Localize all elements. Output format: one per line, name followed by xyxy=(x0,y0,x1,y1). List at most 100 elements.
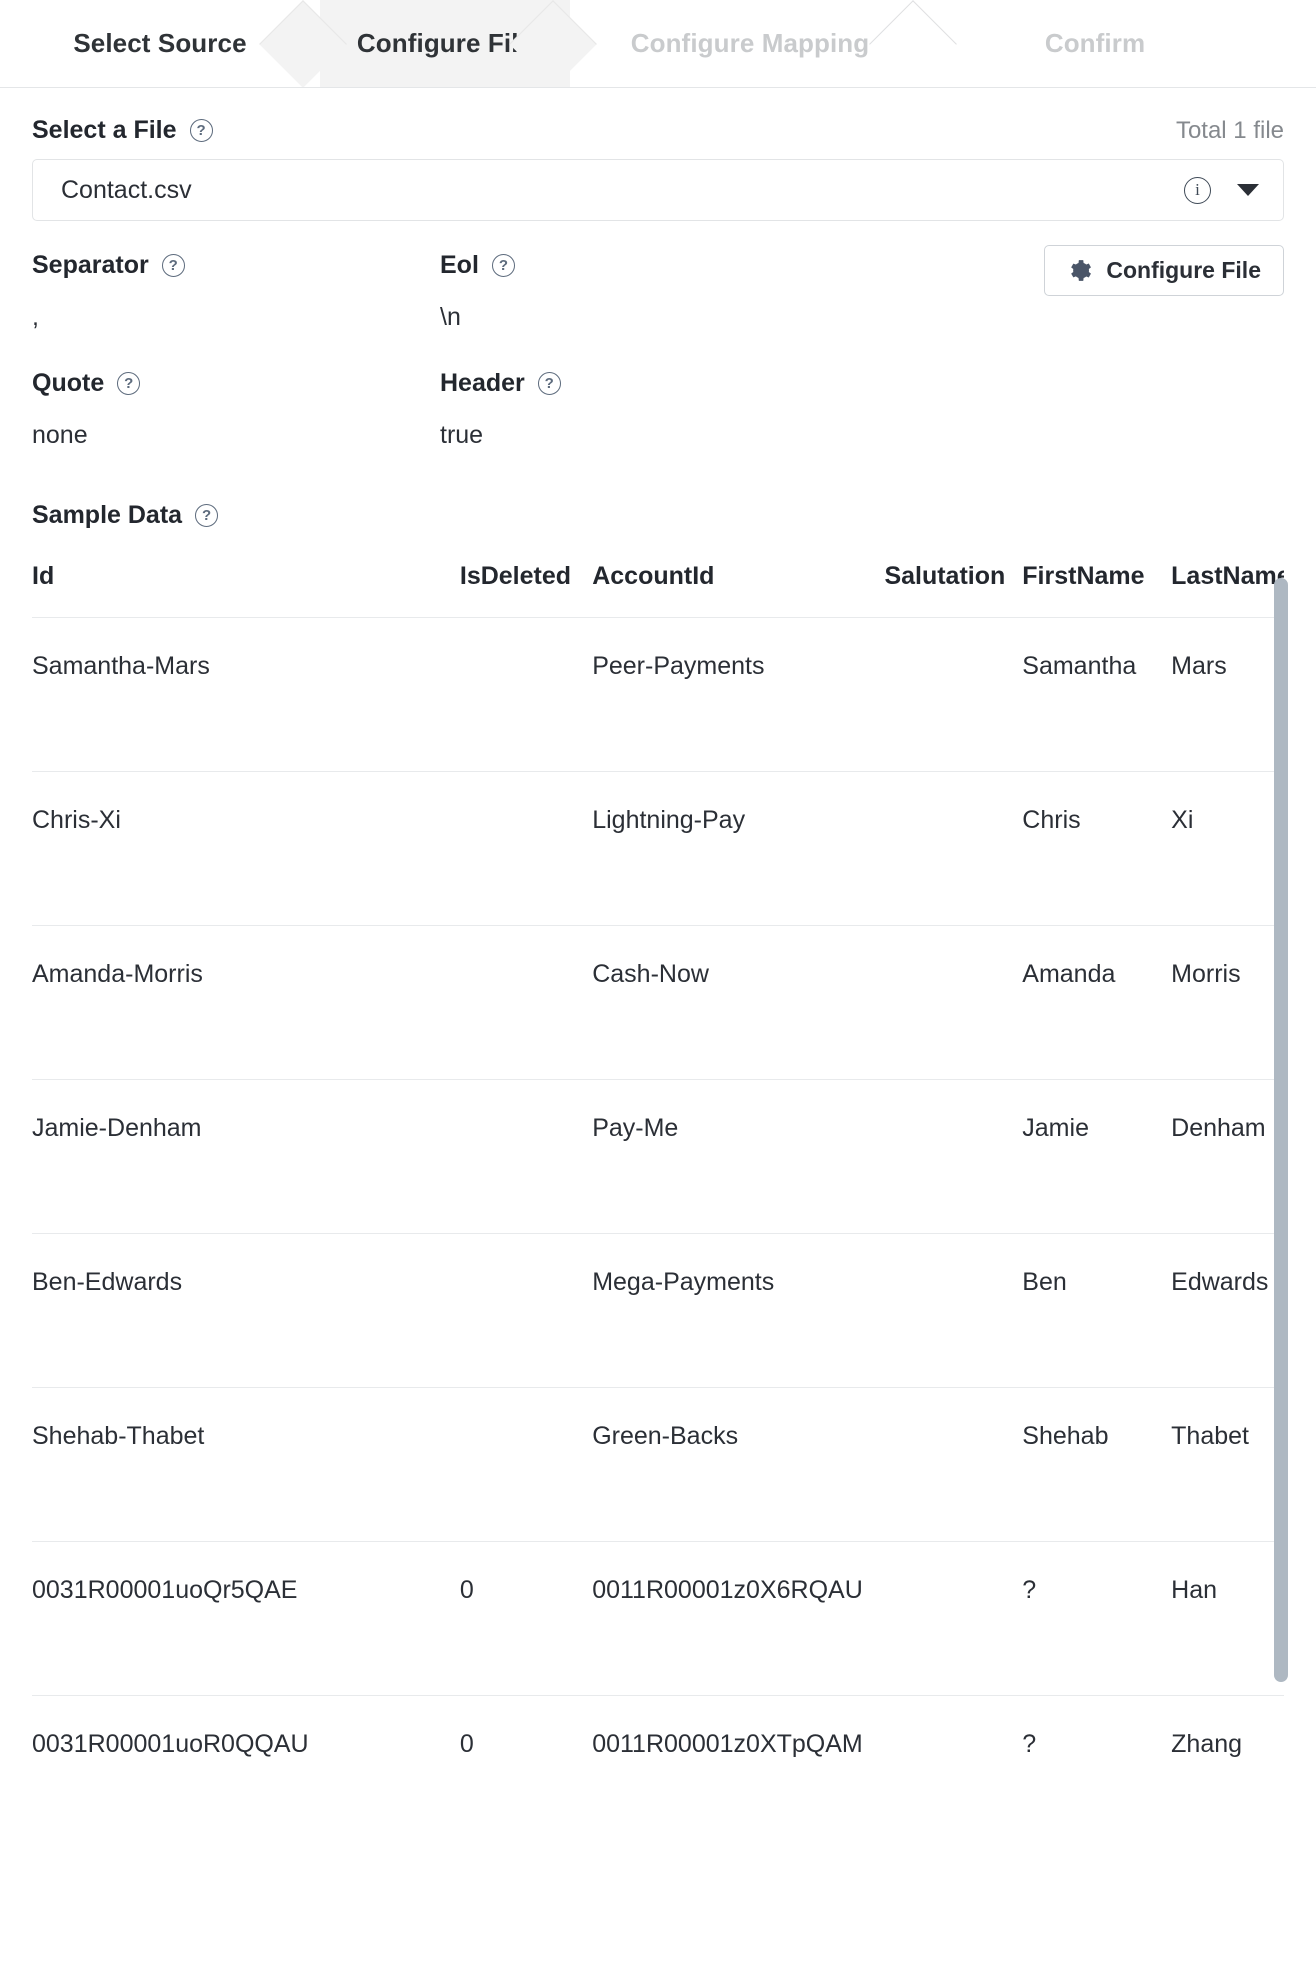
total-files-count: Total 1 file xyxy=(1175,116,1284,144)
header-value: true xyxy=(440,421,484,449)
cell-id: Jamie-Denham xyxy=(32,1079,460,1234)
info-icon[interactable]: i xyxy=(1184,176,1211,204)
cell-id: 0031R00001uoQr5QAE xyxy=(32,1541,460,1696)
cell-isdeleted xyxy=(459,1079,593,1234)
cell-firstname: Amanda xyxy=(1022,925,1172,1080)
file-properties-row-1: Separator ? , Eol ? \n Configure File xyxy=(32,245,1284,333)
separator-value: , xyxy=(32,303,39,331)
wizard-step-configure-mapping[interactable]: Configure Mapping xyxy=(570,0,930,87)
column-header-id[interactable]: Id xyxy=(32,554,460,618)
cell-lastname: Xi xyxy=(1171,771,1284,926)
cell-id: 0031R00001uoR0QQAU xyxy=(32,1695,460,1849)
column-header-isdeleted[interactable]: IsDeleted xyxy=(460,554,592,618)
configure-file-button-label: Configure File xyxy=(1106,257,1261,283)
cell-id: Amanda-Morris xyxy=(32,925,460,1080)
help-icon[interactable]: ? xyxy=(195,504,219,527)
cell-lastname: Zhang xyxy=(1171,1695,1284,1849)
cell-firstname: Samantha xyxy=(1022,617,1172,772)
cell-isdeleted xyxy=(459,925,593,1080)
cell-salutation xyxy=(884,617,1023,772)
cell-isdeleted xyxy=(459,1387,593,1542)
quote-label: Quote xyxy=(32,369,105,397)
cell-firstname: ? xyxy=(1022,1695,1172,1849)
cell-lastname: Denham xyxy=(1171,1079,1284,1234)
wizard-stepper: Select Source Configure File Configure M… xyxy=(0,0,1316,88)
help-icon[interactable]: ? xyxy=(161,254,185,277)
cell-accountid: Peer-Payments xyxy=(592,617,885,772)
select-file-header: Select a File ? Total 1 file xyxy=(32,116,1284,145)
header-property: Header ? true xyxy=(440,369,1284,451)
table-row: Chris-Xi Lightning-Pay Chris Xi xyxy=(32,771,1284,926)
separator-label-group: Separator ? xyxy=(32,251,440,280)
wizard-step-confirm[interactable]: Confirm xyxy=(930,0,1260,87)
table-row: 0031R00001uoR0QQAU 0 0011R00001z0XTpQAM? Zh… xyxy=(32,1695,1284,1849)
gear-icon xyxy=(1071,260,1092,281)
separator-label: Separator xyxy=(32,251,149,279)
configure-file-button[interactable]: Configure File xyxy=(1044,245,1284,296)
cell-lastname: Mars xyxy=(1171,617,1284,772)
help-icon[interactable]: ? xyxy=(189,119,213,142)
sample-data-table: Id IsDeleted AccountId Salutation FirstN… xyxy=(32,554,1284,1849)
cell-isdeleted xyxy=(459,1233,593,1388)
select-file-label-group: Select a File ? xyxy=(32,116,213,145)
wizard-step-label: Select Source xyxy=(73,28,247,58)
table-row: Samantha-Mars Peer-Payments Samantha Mars xyxy=(32,617,1284,772)
column-header-accountid[interactable]: AccountId xyxy=(592,554,884,618)
cell-accountid: Green-Backs xyxy=(592,1387,885,1542)
chevron-down-icon[interactable] xyxy=(1237,184,1259,196)
table-header-row: Id IsDeleted AccountId Salutation FirstN… xyxy=(32,554,1284,618)
eol-value: \n xyxy=(440,303,461,331)
cell-lastname: Thabet xyxy=(1171,1387,1284,1542)
sample-data-table-head: Id IsDeleted AccountId Salutation FirstN… xyxy=(32,554,1284,618)
cell-firstname: Chris xyxy=(1022,771,1172,926)
help-icon[interactable]: ? xyxy=(117,372,141,395)
cell-lastname: Morris xyxy=(1171,925,1284,1080)
table-row: 0031R00001uoQr5QAE 0 0011R00001z0X6RQAU? Ha… xyxy=(32,1541,1284,1696)
cell-accountid: Cash-Now xyxy=(592,925,885,1080)
cell-lastname: Han xyxy=(1171,1541,1284,1696)
cell-id: Ben-Edwards xyxy=(32,1233,460,1388)
wizard-step-label: Configure File xyxy=(356,28,534,58)
cell-salutation xyxy=(884,1541,1023,1696)
cell-isdeleted: 0 xyxy=(459,1695,593,1849)
header-label: Header xyxy=(440,369,525,397)
cell-accountid: Lightning-Pay xyxy=(592,771,885,926)
cell-salutation xyxy=(884,771,1023,926)
header-label-group: Header ? xyxy=(440,369,1284,398)
cell-lastname: Edwards xyxy=(1171,1233,1284,1388)
wizard-step-select-source[interactable]: Select Source xyxy=(0,0,320,87)
cell-id: Samantha-Mars xyxy=(32,617,460,772)
file-properties-row-2: Quote ? none Header ? true xyxy=(32,369,1284,451)
help-icon[interactable]: ? xyxy=(491,254,515,277)
quote-value: none xyxy=(32,421,88,449)
quote-label-group: Quote ? xyxy=(32,369,440,398)
column-header-salutation[interactable]: Salutation xyxy=(884,554,1022,618)
vertical-scrollbar-thumb[interactable] xyxy=(1274,578,1288,1682)
table-row: Jamie-Denham Pay-Me Jamie Denham xyxy=(32,1079,1284,1234)
column-header-firstname[interactable]: FirstName xyxy=(1022,554,1171,618)
cell-firstname: Jamie xyxy=(1022,1079,1172,1234)
cell-salutation xyxy=(884,1387,1023,1542)
cell-isdeleted: 0 xyxy=(459,1541,593,1696)
cell-firstname: ? xyxy=(1022,1541,1172,1696)
cell-salutation xyxy=(884,925,1023,1080)
wizard-step-configure-file[interactable]: Configure File xyxy=(320,0,570,87)
cell-accountid: Pay-Me xyxy=(592,1079,885,1234)
wizard-step-label: Confirm xyxy=(1044,28,1146,58)
column-header-lastname[interactable]: LastName xyxy=(1171,554,1284,618)
cell-salutation xyxy=(884,1695,1023,1849)
page-title: Select a File xyxy=(32,116,177,144)
wizard-step-label: Configure Mapping xyxy=(630,28,870,58)
cell-salutation xyxy=(884,1079,1023,1234)
table-row: Shehab-Thabet Green-Backs Shehab Thabet xyxy=(32,1387,1284,1542)
cell-isdeleted xyxy=(459,771,593,926)
separator-property: Separator ? , xyxy=(32,251,440,333)
file-select-dropdown[interactable]: Contact.csv i xyxy=(32,159,1284,221)
cell-accountid: Mega-Payments xyxy=(592,1233,885,1388)
selected-file-name: Contact.csv xyxy=(61,175,192,204)
cell-firstname: Ben xyxy=(1022,1233,1172,1388)
cell-id: Shehab-Thabet xyxy=(32,1387,460,1542)
help-icon[interactable]: ? xyxy=(537,372,561,395)
cell-salutation xyxy=(884,1233,1023,1388)
cell-id: Chris-Xi xyxy=(32,771,460,926)
